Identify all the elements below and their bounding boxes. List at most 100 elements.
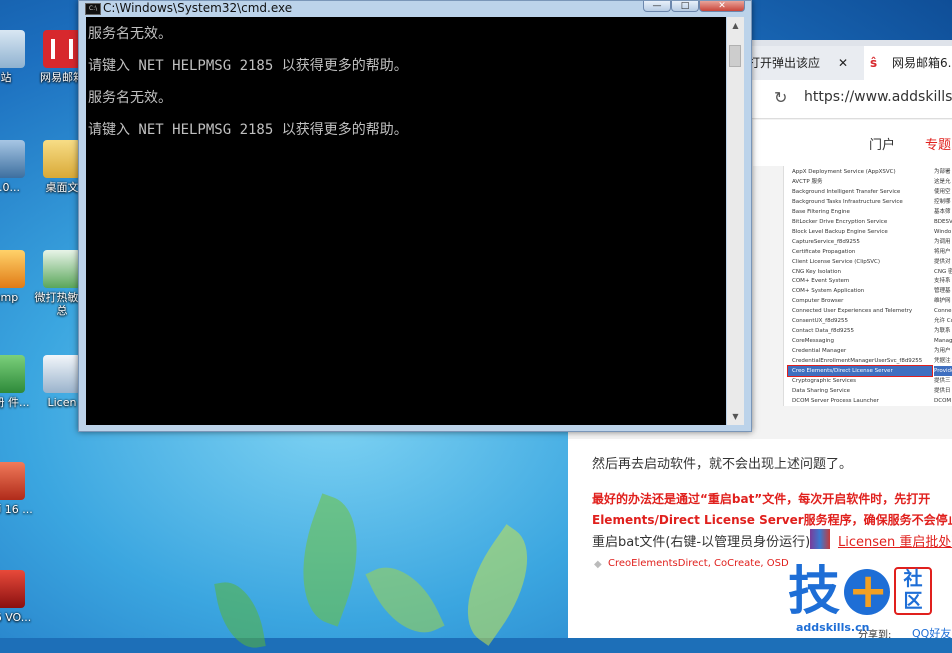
scrollbar-thumb[interactable] — [729, 45, 741, 67]
desktop-icon-label: 程师 16 ... — [0, 503, 33, 516]
service-description: 控制哪 — [934, 198, 951, 205]
service-row: Credential Manager — [792, 348, 847, 355]
url-text[interactable]: https://www.addskills.cn — [804, 89, 952, 105]
mail-bars-icon — [51, 39, 73, 59]
nav-item-topics[interactable]: 专题 — [925, 134, 951, 153]
logo-badge: 区 — [903, 590, 923, 612]
service-description: Conne — [934, 308, 952, 315]
download-link[interactable]: Licensen 重启批处理 — [838, 531, 952, 550]
engineer-app-icon — [0, 462, 25, 500]
service-row: CaptureService_f8d9255 — [792, 238, 860, 245]
logo-plus: + — [848, 563, 889, 619]
service-description: 凭据注 — [934, 358, 951, 365]
console-line: 服务名无效。 — [88, 26, 172, 42]
service-row: Block Level Backup Engine Service — [792, 228, 888, 235]
service-description: CNG 密 — [934, 268, 952, 275]
service-description: 为调用 — [934, 238, 951, 245]
service-description: 将用户 — [934, 248, 951, 255]
maximize-button[interactable]: □ — [671, 1, 699, 12]
excel-file-icon — [43, 250, 81, 288]
service-description: Windo — [934, 228, 952, 235]
service-row: ConsentUX_f8d9255 — [792, 318, 849, 325]
service-description: 管理基 — [934, 288, 951, 295]
service-description: Provide — [934, 366, 952, 376]
site-logo: 技 + 社 区 addskills.cn — [788, 563, 952, 638]
netease-tab-icon: ŝ — [870, 56, 878, 70]
app-icon — [0, 250, 25, 288]
service-description: 允许 Co — [934, 318, 952, 325]
logo-domain: addskills.cn — [796, 621, 870, 634]
service-description: 维护网 — [934, 298, 951, 305]
window-title: C:\Windows\System32\cmd.exe — [103, 1, 293, 15]
service-row: COM+ System Application — [792, 288, 865, 295]
service-row: Cryptographic Services — [792, 377, 856, 384]
recycle-bin-icon — [0, 30, 25, 68]
service-description: 基本筛 — [934, 208, 951, 215]
close-button[interactable]: ✕ — [699, 1, 745, 12]
service-description: 为联系 — [934, 328, 951, 335]
service-row: Computer Browser — [792, 298, 844, 305]
scroll-down-arrow-icon[interactable]: ▼ — [727, 408, 744, 425]
article-text: 重启bat文件(右键-以管理员身份运行) — [592, 535, 811, 550]
manual-icon — [0, 355, 25, 393]
article-tags[interactable]: CreoElementsDirect, CoCreate, OSD — [608, 558, 789, 569]
tab-close-icon[interactable]: ✕ — [838, 46, 848, 80]
console-line: 请键入 NET HELPMSG 2185 以获得更多的帮助。 — [88, 122, 408, 138]
scroll-up-arrow-icon[interactable]: ▲ — [727, 17, 744, 34]
article-text: 然后再去启动软件，就不会出现上述问题了。 — [592, 457, 853, 472]
service-description: 支持系 — [934, 278, 951, 285]
article-highlight: Elements/Direct License Server服务程序，确保服务不… — [592, 513, 952, 527]
service-row: CNG Key Isolation — [792, 268, 841, 275]
service-row: Data Sharing Service — [792, 387, 851, 394]
nav-item-portal[interactable]: 门户 — [869, 134, 895, 153]
browser-tab-title: 打开弹出该应 — [748, 56, 821, 70]
wallpaper-leaf — [214, 577, 266, 653]
cmd-app-icon: C:\ — [85, 3, 101, 15]
tag-icon: ◆ — [594, 559, 602, 570]
logo-badge: 社 — [903, 568, 923, 590]
wallpaper-leaf — [443, 524, 552, 646]
settings-file-icon — [43, 355, 81, 393]
service-description: 提供三 — [934, 377, 951, 384]
service-row: Base Filtering Engine — [792, 208, 850, 215]
service-description: BDESV — [934, 218, 952, 225]
service-description: 使用空 — [934, 188, 951, 195]
wallpaper-leaf — [365, 553, 445, 647]
service-row: CoreMessaging — [792, 338, 834, 345]
service-description: 为部署 — [934, 169, 951, 175]
service-row: DCOM Server Process Launcher — [792, 397, 879, 404]
minimize-button[interactable]: — — [643, 1, 671, 12]
solidworks-icon — [0, 570, 25, 608]
cmd-window: C:\ C:\Windows\System32\cmd.exe — □ ✕ 服务… — [78, 0, 752, 432]
browser-tab[interactable]: ŝ 网易邮箱6. — [864, 46, 952, 80]
services-screenshot: AppX Deployment Service (AppXSVC) 为部署 AVCT… — [783, 166, 952, 406]
vertical-scrollbar[interactable]: ▲ ▼ — [727, 17, 744, 425]
monitor-icon — [0, 140, 25, 178]
console-line: 请键入 NET HELPMSG 2185 以获得更多的帮助。 — [88, 58, 408, 74]
service-row: Client License Service (ClipSVC) — [792, 258, 881, 265]
browser-tab-title: 网易邮箱6. — [892, 56, 952, 70]
service-row: Contact Data_f8d9255 — [792, 328, 854, 335]
site-nav: 门户 专题 — [753, 120, 952, 166]
service-description: Manag — [934, 338, 952, 345]
console-line: 服务名无效。 — [88, 90, 172, 106]
service-description: 这是允 — [934, 178, 951, 185]
service-row: Background Intelligent Transfer Service — [792, 188, 901, 195]
service-description: 为用户 — [934, 348, 951, 355]
console-output[interactable]: 服务名无效。 请键入 NET HELPMSG 2185 以获得更多的帮助。 服务… — [86, 17, 726, 425]
desktop-icon[interactable]: 程师 16 ... — [0, 462, 38, 516]
netease-mail-icon — [43, 30, 81, 68]
service-row: Connected User Experiences and Telemetry — [792, 308, 913, 315]
service-row: BitLocker Drive Encryption Service — [792, 218, 888, 225]
reload-icon[interactable]: ↻ — [774, 88, 787, 107]
desktop-icon[interactable]: 016 VO... — [0, 570, 38, 624]
service-row: Creo Elements/Direct License Server — [787, 365, 933, 377]
service-row: AppX Deployment Service (AppXSVC) — [792, 169, 896, 175]
desktop-icon-label: 016 VO... — [0, 611, 32, 624]
article-highlight: 最好的办法还是通过“重启bat”文件，每次开启软件时，先打开 — [592, 492, 931, 506]
winrar-icon — [810, 529, 830, 549]
service-row: Background Tasks Infrastructure Service — [792, 198, 903, 205]
service-row: Certificate Propagation — [792, 248, 856, 255]
service-row: CredentialEnrollmentManagerUserSvc_f8d92… — [792, 358, 923, 365]
wallpaper-leaf — [281, 493, 379, 627]
